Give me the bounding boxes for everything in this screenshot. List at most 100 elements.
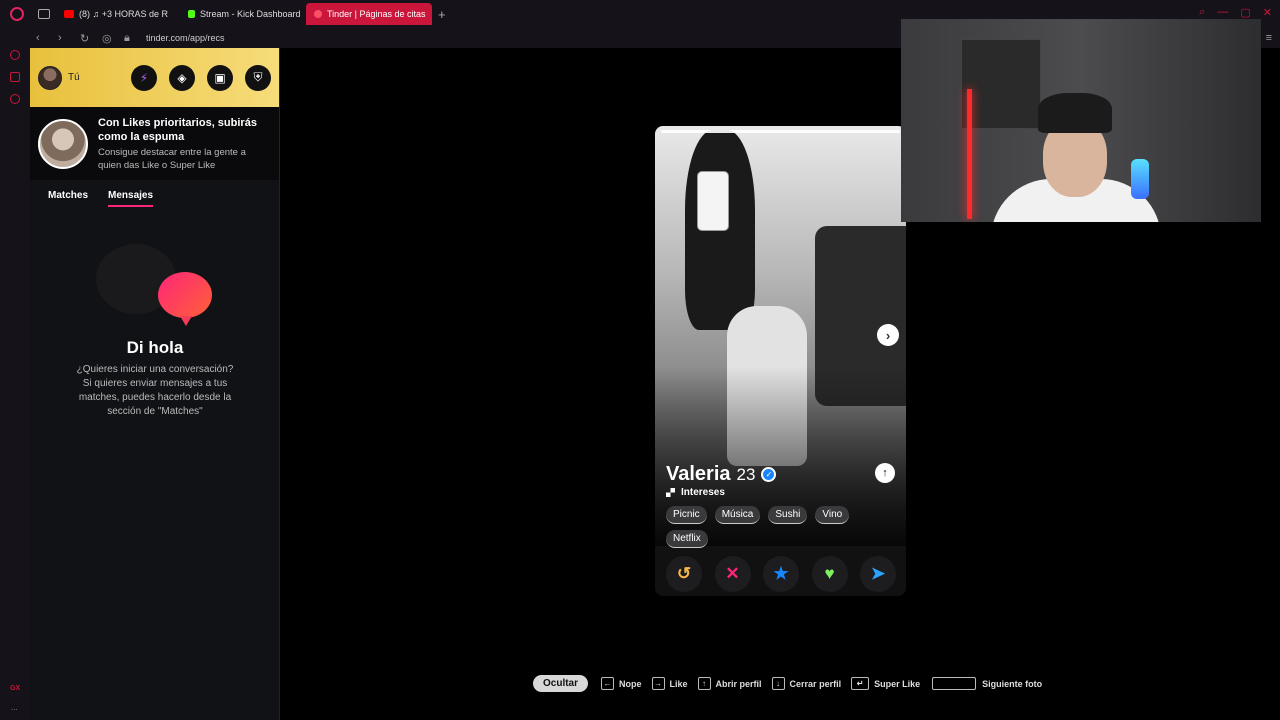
shortcut-open-profile: ↑ Abrir perfil [697,677,762,690]
tab-youtube[interactable]: (8) ♫ +3 HORAS de R [56,3,174,25]
tab-snapshot-icon[interactable] [38,9,50,19]
sidebar-header: Tú ⚡︎ ◈ ▣ ⛨ [30,48,279,107]
interest-chip: Picnic [666,506,707,524]
interest-chip: Vino [815,506,850,524]
priority-likes-promo[interactable]: Con Likes prioritarios, subirás como la … [30,107,279,180]
promo-title: Con Likes prioritarios, subirás como la … [98,116,257,143]
kick-icon [188,10,195,18]
enter-key-icon: ↵ [851,677,870,690]
nope-button[interactable]: ✕ [714,556,751,592]
name-row: Valeria 23 ✓ [666,463,777,486]
vpn-icon[interactable]: ◎ [102,32,116,45]
empty-state-title: Di hola [126,338,184,357]
arrow-down-key-icon: ↓ [771,677,785,690]
hide-shortcuts-button[interactable]: Ocultar [533,675,589,692]
profile-card[interactable]: › Valeria 23 ✓ ↑ Intereses Picnic Música… [655,126,906,596]
menu-icon[interactable]: ≡ [1266,32,1272,44]
tab-label: (8) ♫ +3 HORAS de R [79,9,169,19]
tab-matches[interactable]: Matches [48,190,88,207]
boost-button[interactable]: ➤ [860,556,896,592]
forward-icon[interactable]: › [58,32,72,44]
sidebar-tabs: Matches Mensajes [30,180,279,207]
profile-label[interactable]: Tú [68,72,80,83]
pink-bubble-icon [158,272,212,326]
photo-phone [697,171,729,231]
messenger-icon[interactable] [10,50,20,60]
shield-icon[interactable]: ⛨ [245,64,271,91]
arrow-up-key-icon: ↑ [697,677,711,690]
interest-chip: Sushi [768,506,808,524]
super-like-button[interactable]: ★ [763,556,799,592]
briefcase-icon[interactable]: ▣ [207,64,233,91]
youtube-icon [64,10,74,18]
next-photo-button[interactable]: › [877,324,899,346]
shortcut-nope: ← Nope [601,677,642,690]
space-key-icon [932,677,977,690]
bolt-icon[interactable]: ⚡︎ [131,64,157,91]
gx-logo[interactable]: GX [10,685,20,692]
tab-label: Tinder | Páginas de citas [327,9,426,19]
keyboard-shortcuts-bar: Ocultar ← Nope → Like ↑ Abrir perfil ↓ C… [533,675,1052,692]
verified-badge-icon: ✓ [761,467,777,482]
empty-state-body: ¿Quieres iniciar una conversación? Si qu… [76,364,234,417]
shortcut-label: Like [669,678,688,689]
open-profile-button[interactable]: ↑ [875,463,895,483]
cam-red-light [967,89,972,219]
rewind-button[interactable]: ↺ [666,556,702,592]
arrow-right-key-icon: → [651,677,665,690]
action-buttons: ↺ ✕ ★ ♥ ➤ [666,556,896,592]
reload-icon[interactable]: ↻ [80,32,94,45]
cam-person-cap [1038,93,1112,133]
interest-chip: Netflix [666,530,708,548]
minimize-icon[interactable]: — [1217,6,1228,19]
shortcut-label: Abrir perfil [715,678,762,689]
profile-name: Valeria [666,463,731,485]
back-icon[interactable]: ‹ [36,32,50,44]
shortcut-next-photo: Siguiente foto [930,677,1042,690]
flow-icon[interactable] [10,72,20,82]
cam-microphone [1131,159,1149,199]
more-icon[interactable]: ... [11,703,18,712]
interest-chip: Música [714,506,761,524]
promo-text: Con Likes prioritarios, subirás como la … [98,116,271,172]
interests-heading: Intereses [666,487,725,498]
tinder-flame-icon [314,10,322,18]
interests-list: Picnic Música Sushi Vino Netflix [666,506,896,548]
shortcut-like: → Like [651,677,688,690]
tab-label: Stream - Kick Dashboard [200,9,300,19]
tab-kick[interactable]: Stream - Kick Dashboard [180,3,300,25]
photo-progress-bar [661,130,900,133]
shortcut-label: Nope [619,678,642,689]
tab-tinder[interactable]: Tinder | Páginas de citas [306,3,432,25]
shortcut-label: Cerrar perfil [789,678,842,689]
avatar[interactable] [38,65,62,90]
webcam-overlay [901,19,1261,222]
history-icon[interactable] [10,94,20,104]
header-icons: ⚡︎ ◈ ▣ ⛨ [131,64,271,91]
profile-age: 23 [736,465,756,484]
new-tab-button[interactable]: + [438,7,446,22]
cam-shelf [961,39,1041,129]
tab-mensajes[interactable]: Mensajes [108,190,154,207]
shortcut-label: Siguiente foto [982,678,1043,689]
opera-side-rail: GX ... [0,28,30,720]
interests-label: Intereses [681,487,725,498]
promo-avatar [38,118,88,169]
chat-bubbles-illustration [96,234,216,326]
tinder-sidebar: Tú ⚡︎ ◈ ▣ ⛨ Con Likes prioritarios, subi… [30,48,280,720]
arrow-left-key-icon: ← [601,677,615,690]
compass-icon[interactable]: ◈ [169,64,195,91]
window-controls: ⌕ — ▢ ✕ [1199,6,1272,19]
shortcut-close-profile: ↓ Cerrar perfil [771,677,842,690]
shortcut-super-like: ↵ Super Like [851,677,920,690]
shortcut-label: Super Like [874,678,921,689]
opera-logo-icon[interactable] [10,7,24,21]
search-icon[interactable]: ⌕ [1199,6,1205,19]
maximize-icon[interactable]: ▢ [1240,6,1250,19]
grid-icon [666,488,675,497]
url-field[interactable]: tinder.com/app/recs [146,33,225,43]
like-button[interactable]: ♥ [811,556,848,592]
lock-icon: 🔒︎ [124,31,130,44]
promo-subtitle: Consigue destacar entre la gente a quien… [98,146,246,171]
close-icon[interactable]: ✕ [1263,6,1272,19]
